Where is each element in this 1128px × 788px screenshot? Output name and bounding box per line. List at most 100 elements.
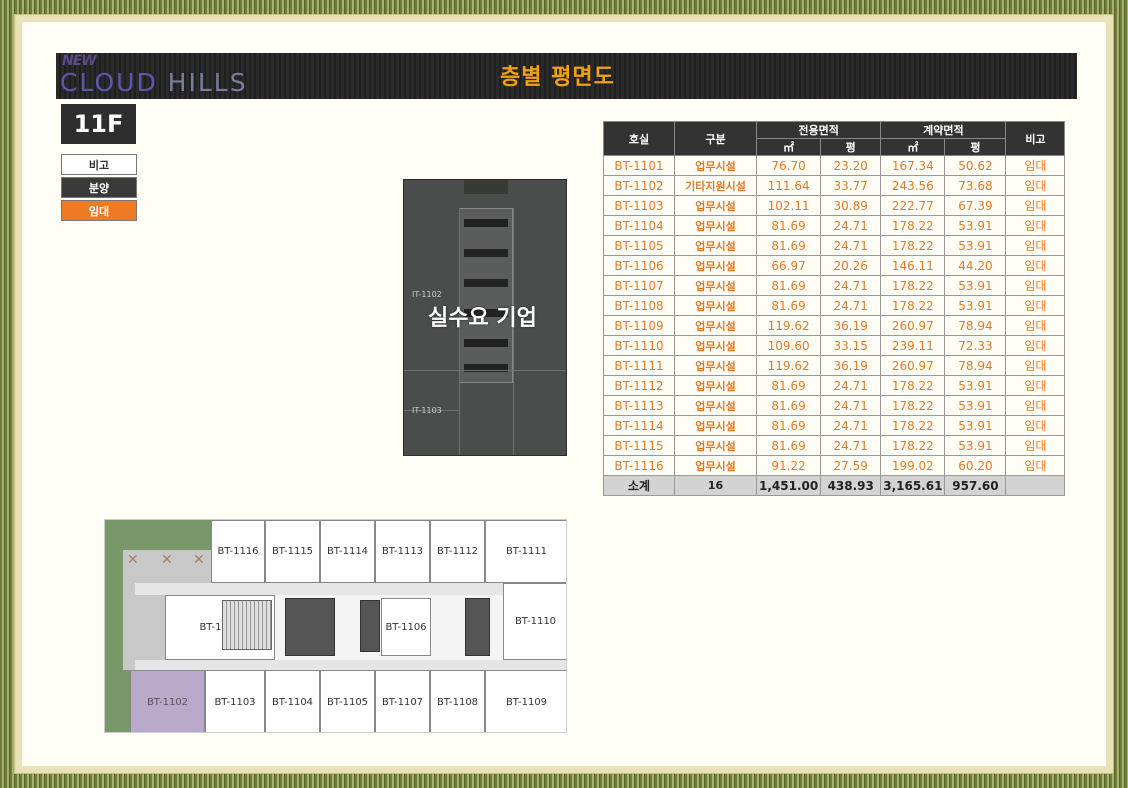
table-cell: BT-1113 [603,395,675,416]
table-cell: 36.19 [820,315,882,336]
table-cell: 67.39 [944,195,1007,216]
table-row: BT-1113 업무시설 81.69 24.71 178.22 53.91 임대 [603,395,1066,416]
table-cell: 업무시설 [674,335,757,356]
table-cell: 임대 [1005,315,1066,336]
table-cell: 임대 [1005,355,1066,376]
table-row: BT-1106 업무시설 66.97 20.26 146.11 44.20 임대 [603,255,1066,276]
table-cell: 23.20 [820,155,882,176]
th-pyeong: 평 [820,138,882,156]
room-bt-1116[interactable]: BT-1116 [211,520,265,583]
table-cell: 178.22 [880,435,946,456]
overlay-text: 실수요 기업 [428,306,537,331]
logo: CLOUD HILLS [60,68,248,97]
plan-label-bottom: IT-1103 [412,406,442,415]
plan-top-block [464,180,508,194]
table-row: BT-1105 업무시설 81.69 24.71 178.22 53.91 임대 [603,235,1066,256]
table-row: BT-1111 업무시설 119.62 36.19 260.97 78.94 임대 [603,355,1066,376]
table-cell: 53.91 [944,235,1007,256]
table-row: BT-1109 업무시설 119.62 36.19 260.97 78.94 임대 [603,315,1066,336]
legend-sale: 분양 [61,177,137,198]
total-cell: 3,165.61 [880,475,946,496]
table-cell: BT-1105 [603,235,675,256]
room-bt-1114[interactable]: BT-1114 [320,520,375,583]
table-cell: 업무시설 [674,235,757,256]
page-title: 층별 평면도 [500,65,615,90]
room-bt-1112[interactable]: BT-1112 [430,520,485,583]
table-row: BT-1114 업무시설 81.69 24.71 178.22 53.91 임대 [603,415,1066,436]
room-bt-1105[interactable]: BT-1105 [320,670,375,732]
table-cell: 81.69 [755,215,822,236]
room-bt-1115[interactable]: BT-1115 [265,520,320,583]
logo-cloud: CLOUD [60,68,158,97]
plan-core [459,208,513,383]
room-bt-1108[interactable]: BT-1108 [430,670,485,732]
table-cell: 78.94 [944,315,1007,336]
table-cell: 119.62 [755,315,822,336]
table-cell: 업무시설 [674,275,757,296]
room-bt-1113[interactable]: BT-1113 [375,520,430,583]
units-table: 호실 구분 전용면적 계약면적 비고 ㎡ 평 ㎡ 평 BT-1101 업무시설 76… [603,121,1066,496]
table-cell: 260.97 [880,315,946,336]
table-cell: 91.22 [755,455,822,476]
th-type: 구분 [674,121,757,156]
table-cell: 178.22 [880,215,946,236]
table-cell: 업무시설 [674,395,757,416]
th-sqm: ㎡ [755,138,822,156]
th-sqm: ㎡ [880,138,946,156]
elevator-core [465,598,490,656]
table-cell: 임대 [1005,255,1066,276]
table-cell: 102.11 [755,195,822,216]
room-bt-1103[interactable]: BT-1103 [205,670,265,732]
room-bt-1111[interactable]: BT-1111 [485,520,566,583]
table-cell: 111.64 [755,175,822,196]
table-total-row: 소계 16 1,451.00 438.93 3,165.61 957.60 [603,475,1066,496]
legend: 비고 분양 임대 [61,154,137,223]
total-cell: 1,451.00 [755,475,822,496]
table-cell: 199.02 [880,455,946,476]
th-contract: 계약면적 [880,121,1007,139]
table-row: BT-1104 업무시설 81.69 24.71 178.22 53.91 임대 [603,215,1066,236]
table-cell: 81.69 [755,295,822,316]
table-cell: 임대 [1005,435,1066,456]
table-cell: 53.91 [944,395,1007,416]
table-cell: 222.77 [880,195,946,216]
th-pyeong: 평 [944,138,1007,156]
table-row: BT-1110 업무시설 109.60 33.15 239.11 72.33 임대 [603,335,1066,356]
table-cell: 업무시설 [674,215,757,236]
room-bt-1107[interactable]: BT-1107 [375,670,430,732]
th-exclusive: 전용면적 [755,121,882,139]
table-cell: 업무시설 [674,355,757,376]
total-cell: 957.60 [944,475,1007,496]
x-mark-icon: ✕ [127,552,139,568]
table-cell: 119.62 [755,355,822,376]
plan-line [404,370,566,371]
table-cell: BT-1115 [603,435,675,456]
table-cell: 24.71 [820,435,882,456]
room-bt-1102[interactable]: BT-1102 [130,670,205,732]
total-cell: 16 [674,475,757,496]
table-cell: 243.56 [880,175,946,196]
table-cell: 업무시설 [674,295,757,316]
total-cell [1005,475,1066,496]
table-cell: 50.62 [944,155,1007,176]
table-cell: 81.69 [755,375,822,396]
room-bt-1110[interactable]: BT-1110 [503,583,566,660]
room-bt-1109[interactable]: BT-1109 [485,670,566,732]
room-bt-1106[interactable]: BT-1106 [381,598,431,656]
table-cell: 임대 [1005,295,1066,316]
total-cell: 소계 [603,475,675,496]
table-cell: BT-1114 [603,415,675,436]
table-cell: 임대 [1005,175,1066,196]
table-cell: 업무시설 [674,315,757,336]
table-cell: 33.77 [820,175,882,196]
table-cell: BT-1108 [603,295,675,316]
th-unit: 호실 [603,121,675,156]
table-cell: 33.15 [820,335,882,356]
table-cell: 53.91 [944,415,1007,436]
table-cell: 146.11 [880,255,946,276]
table-cell: 72.33 [944,335,1007,356]
room-bt-1104[interactable]: BT-1104 [265,670,320,732]
total-cell: 438.93 [820,475,882,496]
table-cell: 임대 [1005,195,1066,216]
table-cell: 178.22 [880,235,946,256]
